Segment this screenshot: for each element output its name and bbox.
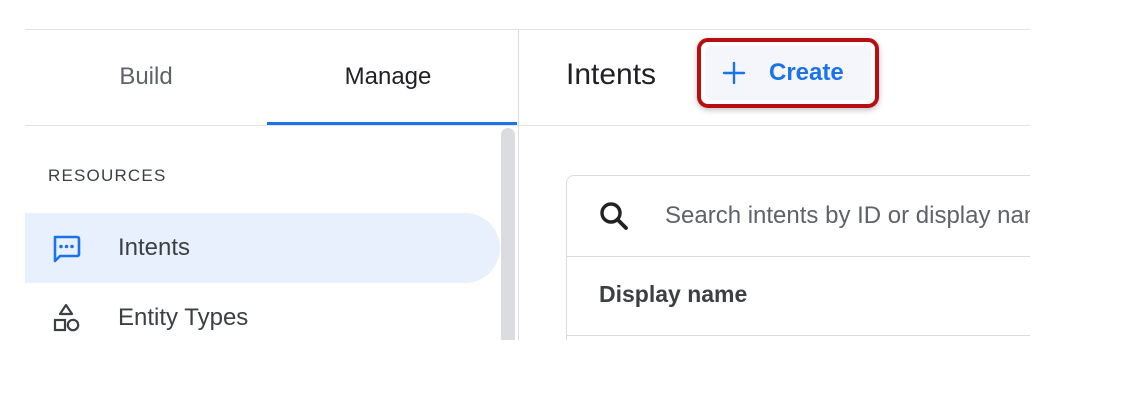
tab-build-label: Build	[119, 63, 173, 90]
main-panel: Intents Create Display name	[519, 30, 1030, 340]
intents-icon	[50, 232, 82, 264]
plus-icon	[722, 61, 746, 85]
tab-manage-label: Manage	[344, 63, 432, 90]
app-frame: Build Manage RESOURCES Intents Entity Ty…	[25, 29, 1030, 340]
entity-types-icon	[50, 302, 82, 334]
table-header-divider	[567, 335, 1030, 336]
tabs-divider	[25, 125, 518, 126]
left-panel: Build Manage RESOURCES Intents Entity Ty…	[25, 30, 519, 340]
search-icon	[597, 199, 631, 233]
sidebar-item-intents-label: Intents	[118, 234, 191, 261]
tab-manage[interactable]: Manage	[267, 30, 509, 124]
header-divider	[519, 125, 1030, 126]
create-button-label: Create	[769, 59, 844, 86]
search-input[interactable]	[665, 198, 1030, 234]
sidebar-item-intents[interactable]: Intents	[25, 213, 500, 283]
sidebar-item-entity-types-label: Entity Types	[118, 304, 249, 331]
resources-heading: RESOURCES	[48, 166, 167, 185]
page-title: Intents	[566, 58, 657, 91]
intents-table-card: Display name	[566, 175, 1030, 340]
create-button[interactable]: Create	[705, 46, 871, 100]
sidebar-item-entity-types[interactable]: Entity Types	[25, 283, 500, 340]
tab-build[interactable]: Build	[25, 30, 267, 124]
sidebar-scrollbar[interactable]	[501, 128, 515, 340]
column-header-display-name[interactable]: Display name	[599, 281, 747, 308]
search-bar	[567, 176, 1030, 257]
